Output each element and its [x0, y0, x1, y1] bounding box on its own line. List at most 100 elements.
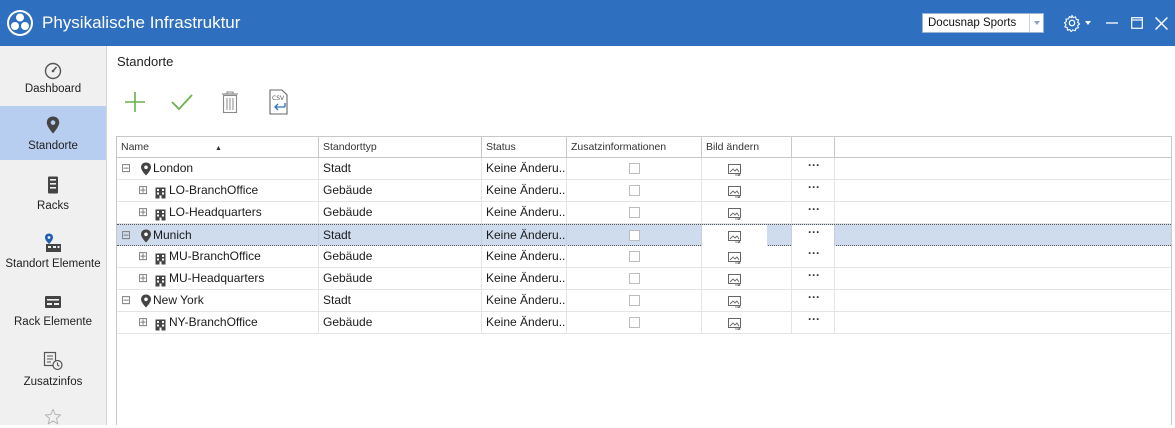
table-row[interactable]: ⊞ LO-Headquarters Gebäude Keine Änderu... ··…	[117, 202, 1171, 224]
location-name: New York	[153, 293, 204, 307]
name-cell: ⊞ LO-Headquarters	[117, 202, 319, 223]
additional-info-checkbox[interactable]	[629, 207, 640, 218]
additional-info-checkbox[interactable]	[629, 251, 640, 262]
expand-icon[interactable]: ⊞	[138, 206, 148, 218]
change-image-cell	[702, 246, 792, 267]
status-cell: Keine Änderu...	[482, 202, 567, 223]
minimize-button[interactable]	[1103, 13, 1121, 33]
csv-import-icon: CSV	[269, 89, 288, 115]
add-icon	[125, 92, 145, 112]
location-name: MU-BranchOffice	[169, 249, 261, 263]
additional-info-checkbox[interactable]	[629, 185, 640, 196]
sidebar-item-label: Standort Elemente	[5, 258, 101, 270]
building-icon	[155, 251, 166, 265]
gear-icon	[1063, 14, 1081, 32]
status-cell: Keine Änderu...	[482, 158, 567, 179]
sidebar-item-standorte[interactable]: Standorte	[0, 106, 106, 160]
change-image-icon[interactable]	[728, 162, 741, 177]
change-image-icon[interactable]	[728, 294, 741, 309]
more-options-button[interactable]: ···	[808, 158, 820, 176]
sidebar-item-favorites[interactable]	[0, 402, 106, 425]
table-row[interactable]: ⊟ London Stadt Keine Änderu... ···	[117, 158, 1171, 180]
additional-info-checkbox[interactable]	[629, 163, 640, 174]
expand-icon[interactable]: ⊞	[138, 316, 148, 328]
column-header-label: Name	[121, 141, 150, 153]
table-row[interactable]: ⊟ Munich Stadt Keine Änderu... ···	[117, 224, 1171, 246]
more-options-button[interactable]: ···	[808, 312, 820, 330]
location-type-cell: Gebäude	[319, 312, 482, 333]
row-actions-cell: ···	[792, 290, 835, 311]
csv-import-button[interactable]: CSV	[262, 86, 294, 118]
status-cell: Keine Änderu...	[482, 180, 567, 201]
chevron-down-icon[interactable]	[1029, 14, 1043, 32]
column-header-zusatzinformationen[interactable]: Zusatzinformationen	[567, 137, 702, 157]
more-options-button[interactable]: ···	[808, 268, 820, 286]
sidebar-item-racks[interactable]: Racks	[0, 166, 106, 222]
more-options-button[interactable]: ···	[808, 225, 820, 243]
sidebar-item-label: Racks	[37, 200, 69, 212]
sidebar-item-dashboard[interactable]: Dashboard	[0, 52, 106, 108]
column-header-standorttyp[interactable]: Standorttyp	[319, 137, 482, 157]
sidebar-item-rack-elemente[interactable]: Rack Elemente	[0, 282, 106, 338]
star-icon	[44, 408, 62, 425]
additional-info-cell	[567, 312, 702, 333]
change-image-cell	[702, 202, 792, 223]
sidebar-item-label: Rack Elemente	[14, 316, 92, 328]
app-logo-icon	[7, 10, 33, 36]
delete-button[interactable]	[214, 86, 246, 118]
additional-info-checkbox[interactable]	[629, 295, 640, 306]
sidebar-item-zusatzinfos[interactable]: Zusatzinfos	[0, 342, 106, 398]
more-options-button[interactable]: ···	[808, 246, 820, 264]
grid-header: Name ▲ Standorttyp Status Zusatzinformat…	[117, 137, 1171, 158]
location-type-cell: Gebäude	[319, 180, 482, 201]
additional-info-checkbox[interactable]	[629, 230, 640, 241]
table-row[interactable]: ⊞ LO-BranchOffice Gebäude Keine Änderu... ··…	[117, 180, 1171, 202]
more-options-button[interactable]: ···	[808, 180, 820, 198]
locations-grid[interactable]: Name ▲ Standorttyp Status Zusatzinformat…	[116, 136, 1172, 425]
change-image-icon[interactable]	[728, 272, 741, 287]
maximize-button[interactable]	[1128, 13, 1146, 33]
additional-info-cell	[567, 158, 702, 179]
column-header-status[interactable]: Status	[482, 137, 567, 157]
location-type-cell: Stadt	[319, 158, 482, 179]
settings-button[interactable]	[1062, 13, 1092, 33]
collapse-icon[interactable]: ⊟	[121, 229, 131, 241]
location-name: LO-BranchOffice	[169, 183, 259, 197]
location-name: London	[153, 161, 194, 175]
collapse-icon[interactable]: ⊟	[121, 162, 131, 174]
change-image-cell	[702, 225, 792, 246]
additional-info-checkbox[interactable]	[629, 317, 640, 328]
row-actions-cell: ···	[792, 246, 835, 267]
location-type-cell: Stadt	[319, 290, 482, 311]
column-header-label: Standorttyp	[323, 141, 377, 153]
change-image-icon[interactable]	[728, 206, 741, 221]
table-row[interactable]: ⊟ New York Stadt Keine Änderu... ···	[117, 290, 1171, 312]
column-header-bild-aendern[interactable]: Bild ändern	[702, 137, 792, 157]
expand-icon[interactable]: ⊞	[138, 272, 148, 284]
additional-info-checkbox[interactable]	[629, 273, 640, 284]
close-button[interactable]	[1152, 13, 1170, 33]
change-image-cell	[702, 268, 792, 289]
collapse-icon[interactable]: ⊟	[121, 294, 131, 306]
apply-button[interactable]	[166, 86, 198, 118]
table-row[interactable]: ⊞ MU-BranchOffice Gebäude Keine Änderu... ··…	[117, 246, 1171, 268]
change-image-icon[interactable]	[728, 316, 741, 331]
row-actions-cell: ···	[792, 202, 835, 223]
add-button[interactable]	[119, 86, 151, 118]
name-cell: ⊞ NY-BranchOffice	[117, 312, 319, 333]
change-image-icon[interactable]	[728, 229, 741, 244]
workspace-select[interactable]: Docusnap Sports	[922, 13, 1044, 33]
maximize-icon	[1131, 17, 1143, 29]
additional-info-cell	[567, 225, 702, 246]
change-image-icon[interactable]	[728, 250, 741, 265]
column-header-name[interactable]: Name ▲	[117, 137, 319, 157]
sidebar-item-label: Dashboard	[24, 83, 82, 95]
expand-icon[interactable]: ⊞	[138, 184, 148, 196]
change-image-icon[interactable]	[728, 184, 741, 199]
expand-icon[interactable]: ⊞	[138, 250, 148, 262]
more-options-button[interactable]: ···	[808, 290, 820, 308]
table-row[interactable]: ⊞ MU-Headquarters Gebäude Keine Änderu... ··…	[117, 268, 1171, 290]
more-options-button[interactable]: ···	[808, 202, 820, 220]
table-row[interactable]: ⊞ NY-BranchOffice Gebäude Keine Änderu... ··…	[117, 312, 1171, 334]
sidebar-item-standort-elemente[interactable]: Standort Elemente	[0, 224, 106, 280]
